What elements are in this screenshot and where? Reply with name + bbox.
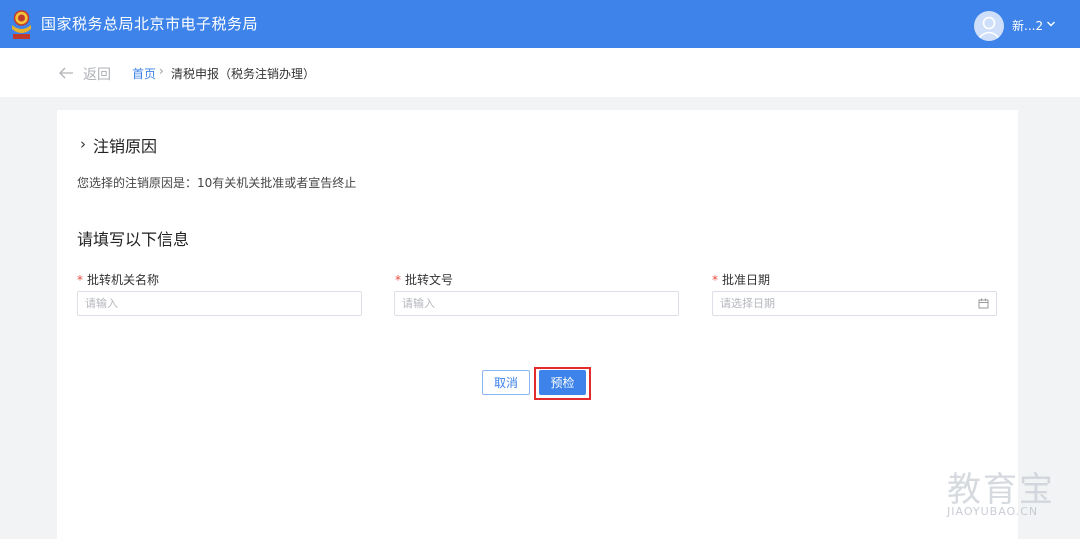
approval-doc-number-input[interactable] [394,291,679,316]
approval-date-picker[interactable] [712,291,997,316]
approval-doc-number-label: * 批转文号 [395,271,453,288]
approval-date-label: * 批准日期 [712,271,770,288]
required-mark: * [77,273,83,287]
user-avatar-icon[interactable] [974,11,1004,41]
info-section-title: 请填写以下信息 [77,230,190,249]
required-mark: * [395,273,401,287]
back-button[interactable]: 返回 [83,64,111,84]
reason-text: 您选择的注销原因是：10有关机关批准或者宣告终止 [77,176,357,190]
breadcrumb-current: 清税申报（税务注销办理） [171,67,316,81]
navigation-bar: 返回 首页 › 清税申报（税务注销办理） [0,48,1080,97]
cancel-button[interactable]: 取消 [482,370,530,395]
user-name[interactable]: 新...2 [1012,17,1043,34]
approval-authority-input[interactable] [77,291,362,316]
top-header-bar: 国家税务总局北京市电子税务局 新...2 [0,0,1080,48]
watermark-domain: JIAOYUBAO.CN [947,505,1039,518]
approval-authority-label: * 批转机关名称 [77,271,159,288]
calendar-icon[interactable] [978,298,989,309]
arrow-left-icon[interactable] [58,67,74,79]
approval-authority-label-text: 批转机关名称 [87,273,160,287]
approval-date-label-text: 批准日期 [722,273,771,287]
watermark: 教育宝 JIAOYUBAO.CN [947,462,1062,522]
breadcrumb-home[interactable]: 首页 [132,65,156,82]
chevron-down-icon[interactable] [1046,20,1056,28]
tax-emblem-icon [12,10,31,39]
breadcrumb-separator: › [159,64,164,78]
precheck-highlight-box [534,367,591,400]
required-mark: * [712,273,718,287]
site-title: 国家税务总局北京市电子税务局 [41,15,259,33]
approval-doc-number-label-text: 批转文号 [405,273,454,287]
section-chevron-icon: › [80,135,86,153]
reason-section-title: 注销原因 [93,137,158,156]
watermark-main: 教育宝 [947,470,1055,510]
